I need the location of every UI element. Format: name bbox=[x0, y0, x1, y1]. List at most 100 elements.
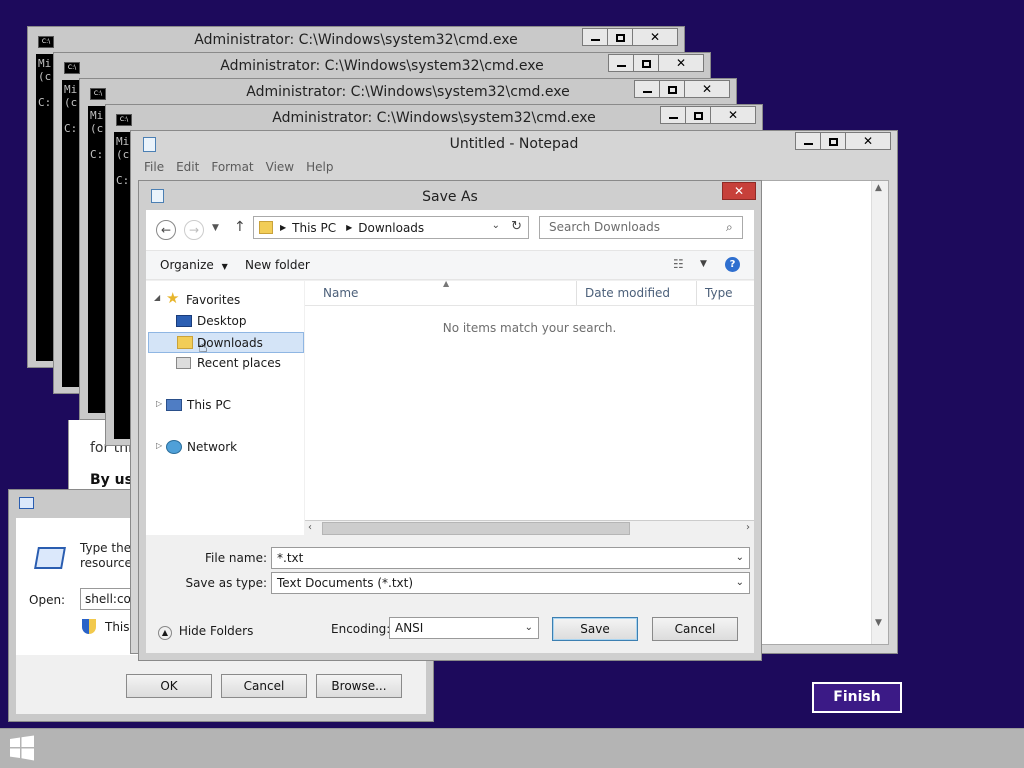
up-button[interactable]: ↑ bbox=[234, 219, 246, 235]
navigation-pane: ◢ ★ Favorites Desktop Downloads ☝ Recent… bbox=[146, 281, 304, 535]
view-options-icon[interactable]: ☷ bbox=[673, 257, 684, 271]
collapse-arrow-icon[interactable]: ◢ bbox=[154, 293, 160, 302]
breadcrumb-separator-icon: ▶ bbox=[346, 223, 353, 232]
save-button[interactable]: Save bbox=[552, 617, 638, 641]
scroll-right-icon[interactable]: › bbox=[746, 522, 750, 533]
search-input[interactable]: Search Downloads bbox=[539, 216, 743, 239]
menu-format[interactable]: Format bbox=[205, 160, 259, 174]
view-dropdown-icon[interactable]: ▼ bbox=[700, 259, 707, 269]
close-button[interactable]: ✕ bbox=[658, 54, 704, 72]
scrollbar-thumb[interactable] bbox=[322, 522, 630, 535]
arrow-right-icon: → bbox=[188, 223, 200, 237]
save-as-type-value: Text Documents (*.txt) bbox=[277, 576, 414, 590]
downloads-folder-icon bbox=[259, 221, 273, 234]
menu-file[interactable]: File bbox=[138, 160, 170, 174]
close-button[interactable]: ✕ bbox=[632, 28, 678, 46]
column-header-name[interactable]: Name bbox=[305, 281, 577, 305]
chevron-up-icon: ▲ bbox=[158, 626, 172, 640]
minimize-button[interactable] bbox=[608, 54, 634, 72]
tree-item-recent-places[interactable]: Recent places bbox=[197, 353, 281, 374]
close-icon: ✕ bbox=[862, 134, 874, 148]
hide-folders-button[interactable]: ▲ Hide Folders bbox=[158, 624, 253, 640]
shield-icon bbox=[82, 619, 96, 634]
encoding-label: Encoding: bbox=[331, 622, 391, 636]
run-small-icon bbox=[19, 497, 34, 509]
scroll-left-icon[interactable]: ‹ bbox=[308, 522, 312, 533]
organize-label: Organize bbox=[160, 258, 214, 272]
menu-view[interactable]: View bbox=[260, 160, 300, 174]
column-header-date-modified[interactable]: Date modified bbox=[577, 281, 697, 305]
maximize-button[interactable] bbox=[633, 54, 659, 72]
cancel-button[interactable]: Cancel bbox=[221, 674, 307, 698]
breadcrumb-separator-icon: ▶ bbox=[280, 223, 287, 232]
minimize-button[interactable] bbox=[582, 28, 608, 46]
maximize-icon bbox=[615, 33, 625, 42]
new-folder-button[interactable]: New folder bbox=[245, 258, 310, 272]
tree-item-favorites[interactable]: Favorites bbox=[186, 290, 240, 311]
vertical-scrollbar[interactable]: ▲ ▼ bbox=[871, 181, 888, 644]
save-as-dialog[interactable]: Save As ✕ ← → ▼ ↑ ▶ This PC ▶ Downloads … bbox=[138, 180, 762, 661]
browse-button[interactable]: Browse... bbox=[316, 674, 402, 698]
recent-locations-dropdown[interactable]: ▼ bbox=[212, 223, 219, 233]
tree-item-downloads[interactable]: Downloads bbox=[148, 332, 304, 353]
close-button[interactable]: ✕ bbox=[845, 132, 891, 150]
expand-arrow-icon[interactable]: ▷ bbox=[156, 399, 162, 408]
forward-button[interactable]: → bbox=[184, 220, 204, 240]
address-bar[interactable]: ▶ This PC ▶ Downloads ⌄ ↻ bbox=[253, 216, 529, 239]
close-button[interactable]: ✕ bbox=[722, 182, 756, 200]
scroll-up-icon[interactable]: ▲ bbox=[875, 183, 882, 193]
finish-button[interactable]: Finish bbox=[812, 682, 902, 713]
chevron-down-icon[interactable]: ⌄ bbox=[736, 573, 744, 593]
organize-button[interactable]: Organize ▼ bbox=[160, 258, 228, 272]
scroll-down-icon[interactable]: ▼ bbox=[875, 618, 882, 628]
maximize-icon bbox=[828, 137, 838, 146]
minimize-button[interactable] bbox=[795, 132, 821, 150]
breadcrumb-downloads[interactable]: Downloads bbox=[358, 221, 424, 235]
tree-item-this-pc[interactable]: This PC bbox=[187, 395, 231, 416]
save-as-type-select[interactable]: Text Documents (*.txt) ⌄ bbox=[271, 572, 750, 594]
maximize-button[interactable] bbox=[685, 106, 711, 124]
tree-item-desktop[interactable]: Desktop bbox=[197, 311, 247, 332]
windows-logo-icon bbox=[10, 735, 34, 761]
encoding-value: ANSI bbox=[395, 621, 424, 635]
chevron-down-icon: ▼ bbox=[212, 223, 219, 233]
cancel-button[interactable]: Cancel bbox=[652, 617, 738, 641]
start-button[interactable] bbox=[8, 735, 40, 763]
close-button[interactable]: ✕ bbox=[684, 80, 730, 98]
back-button[interactable]: ← bbox=[156, 220, 176, 240]
column-header-type[interactable]: Type bbox=[697, 281, 755, 305]
chevron-down-icon: ▼ bbox=[221, 262, 228, 271]
maximize-button[interactable] bbox=[607, 28, 633, 46]
address-dropdown-icon[interactable]: ⌄ bbox=[492, 220, 500, 231]
recent-places-icon bbox=[176, 357, 191, 369]
chevron-down-icon[interactable]: ⌄ bbox=[525, 618, 533, 638]
tree-item-network[interactable]: Network bbox=[187, 437, 237, 458]
menu-help[interactable]: Help bbox=[300, 160, 339, 174]
close-button[interactable]: ✕ bbox=[710, 106, 756, 124]
desktop-icon bbox=[176, 315, 192, 327]
close-icon: ✕ bbox=[733, 184, 745, 198]
star-icon: ★ bbox=[166, 289, 180, 307]
chevron-down-icon[interactable]: ⌄ bbox=[736, 548, 744, 568]
minimize-icon bbox=[668, 116, 678, 119]
maximize-button[interactable] bbox=[659, 80, 685, 98]
ok-button[interactable]: OK bbox=[126, 674, 212, 698]
minimize-icon bbox=[803, 142, 813, 145]
save-as-type-label: Save as type: bbox=[185, 576, 267, 590]
file-name-input[interactable]: *.txt ⌄ bbox=[271, 547, 750, 569]
close-icon: ✕ bbox=[701, 82, 713, 96]
maximize-icon bbox=[693, 111, 703, 120]
encoding-select[interactable]: ANSI ⌄ bbox=[389, 617, 539, 639]
horizontal-scrollbar[interactable]: ‹ › bbox=[305, 520, 754, 536]
minimize-button[interactable] bbox=[634, 80, 660, 98]
menu-edit[interactable]: Edit bbox=[170, 160, 205, 174]
expand-arrow-icon[interactable]: ▷ bbox=[156, 441, 162, 450]
help-icon[interactable]: ? bbox=[725, 257, 740, 272]
header-divider bbox=[305, 305, 754, 306]
refresh-icon[interactable]: ↻ bbox=[511, 219, 522, 234]
file-list[interactable]: ▲ Name Date modified Type No items match… bbox=[305, 279, 755, 535]
maximize-icon bbox=[641, 59, 651, 68]
breadcrumb-this-pc[interactable]: This PC bbox=[292, 221, 336, 235]
minimize-button[interactable] bbox=[660, 106, 686, 124]
maximize-button[interactable] bbox=[820, 132, 846, 150]
